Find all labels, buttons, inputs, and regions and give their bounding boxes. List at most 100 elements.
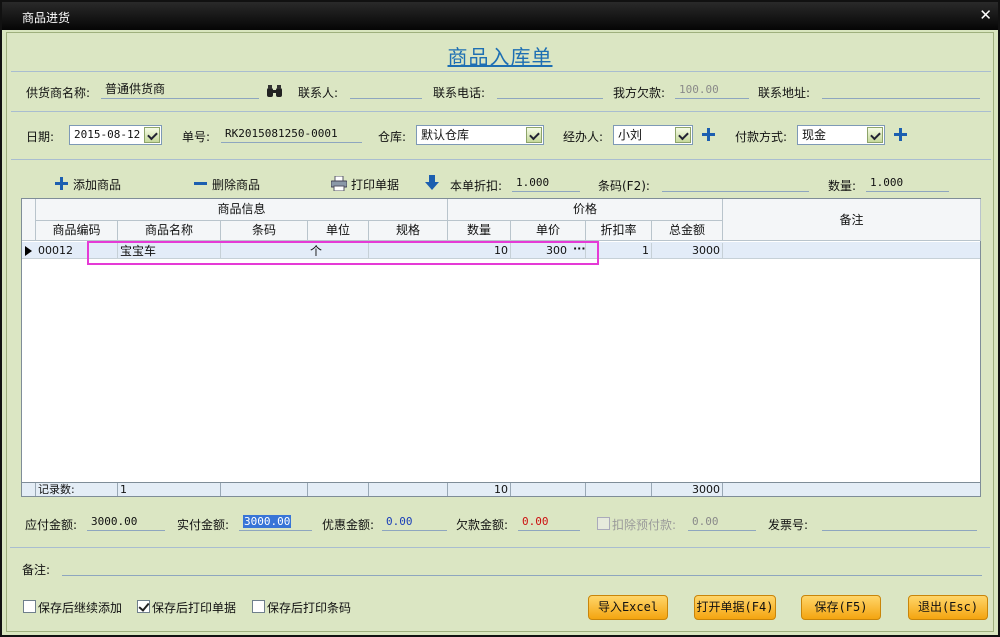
print-bill-label: 打印单据 — [351, 178, 400, 192]
plus-icon — [55, 177, 68, 190]
handler-label: 经办人: — [563, 130, 604, 144]
open-bill-button[interactable]: 打开单据(F4) — [694, 595, 776, 620]
save-button[interactable]: 保存(F5) — [801, 595, 881, 620]
highlight-box — [87, 241, 599, 265]
divider — [11, 111, 991, 112]
barcode-field[interactable] — [662, 174, 809, 192]
footer-empty — [221, 483, 308, 496]
add-handler-icon[interactable] — [702, 128, 715, 141]
footer-total: 3000 — [652, 483, 723, 496]
barcode-label: 条码(F2): — [598, 179, 650, 193]
owed-label: 我方欠款: — [613, 86, 666, 100]
footer-corner — [22, 483, 36, 496]
cell-total[interactable]: 3000 — [652, 243, 723, 259]
binoculars-icon[interactable] — [266, 84, 284, 98]
remark-field[interactable] — [62, 558, 982, 576]
print-bill-option-label[interactable]: 保存后打印单据 — [152, 599, 236, 616]
col-name[interactable]: 商品名称 — [118, 221, 221, 241]
continue-add-checkbox[interactable] — [23, 600, 36, 613]
handler-select[interactable]: 小刘 — [613, 125, 693, 145]
contact-label: 联系人: — [298, 86, 339, 100]
exit-button[interactable]: 退出(Esc) — [908, 595, 988, 620]
col-discount[interactable]: 折扣率 — [586, 221, 652, 241]
handler-value: 小刘 — [618, 128, 643, 142]
remark-label: 备注: — [22, 563, 51, 577]
footer-label: 记录数: — [36, 483, 118, 496]
prepay-label: 扣除预付款: — [612, 518, 677, 532]
warehouse-value: 默认仓库 — [421, 128, 470, 142]
title-bar: 商品进货 ✕ — [2, 2, 998, 30]
footer-count: 1 — [118, 483, 221, 496]
payable-field: 3000.00 — [87, 513, 165, 531]
print-bill-checkbox[interactable] — [137, 600, 150, 613]
payment-select[interactable]: 现金 — [797, 125, 885, 145]
quantity-field[interactable]: 1.000 — [866, 174, 949, 192]
address-field[interactable] — [822, 81, 980, 99]
print-barcode-label[interactable]: 保存后打印条码 — [267, 599, 351, 616]
order-no-label: 单号: — [182, 130, 211, 144]
date-picker[interactable]: 2015-08-12 — [69, 125, 162, 145]
col-total[interactable]: 总金额 — [652, 221, 723, 241]
purchase-window: 商品进货 ✕ 商品入库单 供货商名称: 普通供货商 联系人: 联系电话: 我方欠… — [0, 0, 1000, 637]
col-unit[interactable]: 单位 — [308, 221, 369, 241]
discount-amount-field[interactable]: 0.00 — [382, 513, 447, 531]
close-icon[interactable]: ✕ — [979, 6, 992, 24]
col-code[interactable]: 商品编码 — [36, 221, 118, 241]
chevron-down-icon[interactable] — [675, 127, 691, 143]
divider — [11, 71, 991, 72]
remark-header: 备注 — [723, 199, 981, 241]
footer-empty — [511, 483, 586, 496]
payment-label: 付款方式: — [735, 130, 788, 144]
window-title: 商品进货 — [22, 11, 71, 25]
arrow-down-icon[interactable] — [425, 175, 439, 191]
col-barcode[interactable]: 条码 — [221, 221, 308, 241]
footer-empty — [308, 483, 369, 496]
chevron-down-icon[interactable] — [144, 127, 160, 143]
add-product-button[interactable]: 添加商品 — [55, 175, 135, 193]
warehouse-select[interactable]: 默认仓库 — [416, 125, 544, 145]
row-header-corner — [22, 199, 36, 241]
footer-empty — [369, 483, 448, 496]
print-bill-button[interactable]: 打印单据 — [331, 175, 411, 193]
payment-value: 现金 — [802, 128, 827, 142]
date-value: 2015-08-12 — [74, 128, 141, 141]
invoice-label: 发票号: — [768, 518, 809, 532]
phone-label: 联系电话: — [433, 86, 486, 100]
divider — [11, 159, 991, 160]
print-barcode-checkbox[interactable] — [252, 600, 265, 613]
continue-add-label[interactable]: 保存后继续添加 — [38, 599, 122, 616]
discount-label: 本单折扣: — [450, 179, 503, 193]
paid-field[interactable]: 3000.00 — [239, 513, 312, 531]
contact-field[interactable] — [350, 81, 422, 99]
prepay-checkbox — [597, 517, 610, 530]
form-title: 商品入库单 — [447, 45, 553, 69]
footer-qty: 10 — [448, 483, 511, 496]
discount-field[interactable]: 1.000 — [512, 174, 580, 192]
supplier-label: 供货商名称: — [26, 86, 91, 100]
prepay-field: 0.00 — [688, 513, 756, 531]
address-label: 联系地址: — [758, 86, 811, 100]
warehouse-label: 仓库: — [378, 130, 407, 144]
col-spec[interactable]: 规格 — [369, 221, 448, 241]
col-qty[interactable]: 数量 — [448, 221, 511, 241]
add-payment-icon[interactable] — [894, 128, 907, 141]
group-product-header: 商品信息 — [36, 199, 448, 221]
add-product-label: 添加商品 — [73, 178, 122, 192]
order-no-field[interactable]: RK2015081250-0001 — [221, 125, 362, 143]
row-pointer-icon — [25, 246, 32, 256]
delete-product-button[interactable]: 删除商品 — [194, 175, 274, 193]
printer-icon — [331, 176, 347, 191]
paid-label: 实付金额: — [177, 518, 230, 532]
chevron-down-icon[interactable] — [867, 127, 883, 143]
owed-amount-label: 欠款金额: — [456, 518, 509, 532]
quantity-label: 数量: — [828, 179, 857, 193]
group-price-header: 价格 — [448, 199, 723, 221]
payable-label: 应付金额: — [25, 518, 78, 532]
chevron-down-icon[interactable] — [526, 127, 542, 143]
invoice-field[interactable] — [822, 513, 977, 531]
col-price[interactable]: 单价 — [511, 221, 586, 241]
import-excel-button[interactable]: 导入Excel — [588, 595, 668, 620]
supplier-field[interactable]: 普通供货商 — [101, 81, 259, 99]
footer-empty — [586, 483, 652, 496]
phone-field[interactable] — [497, 81, 603, 99]
